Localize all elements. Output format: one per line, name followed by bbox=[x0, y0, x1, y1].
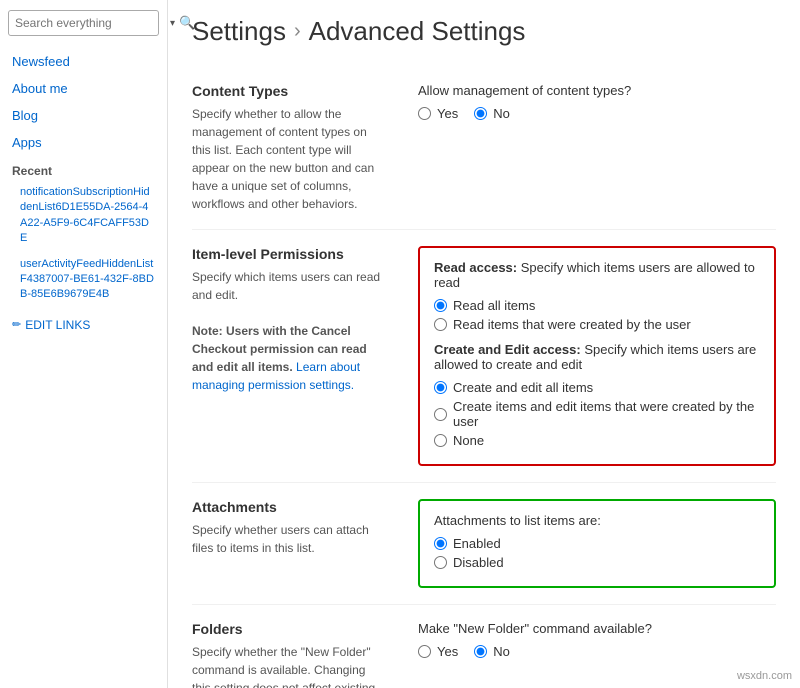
create-access-group: Create and edit all items Create items a… bbox=[434, 380, 760, 448]
main-content: Settings › Advanced Settings Content Typ… bbox=[168, 0, 800, 688]
create-by-user-radio[interactable] bbox=[434, 408, 447, 421]
create-none-radio[interactable] bbox=[434, 434, 447, 447]
pencil-icon: ✏ bbox=[12, 318, 21, 331]
sidebar-item-about-me[interactable]: About me bbox=[0, 75, 167, 102]
read-all-option[interactable]: Read all items bbox=[434, 298, 760, 313]
read-created-by-user-option[interactable]: Read items that were created by the user bbox=[434, 317, 760, 332]
item-permissions-title: Item-level Permissions bbox=[192, 246, 386, 262]
breadcrumb-advanced-settings: Advanced Settings bbox=[309, 16, 526, 47]
recent-section-label: Recent bbox=[0, 156, 167, 182]
folders-no-radio[interactable] bbox=[474, 645, 487, 658]
folders-label-col: Folders Specify whether the "New Folder"… bbox=[192, 605, 402, 688]
attachments-enabled-radio[interactable] bbox=[434, 537, 447, 550]
edit-links-label: EDIT LINKS bbox=[25, 318, 90, 332]
content-types-radio-group: Yes No bbox=[418, 106, 776, 125]
sidebar-item-newsfeed[interactable]: Newsfeed bbox=[0, 48, 167, 75]
edit-links-button[interactable]: ✏ EDIT LINKS bbox=[0, 310, 167, 340]
breadcrumb-arrow: › bbox=[294, 20, 301, 43]
attachments-title: Attachments bbox=[192, 499, 386, 515]
content-types-label-col: Content Types Specify whether to allow t… bbox=[192, 67, 402, 230]
create-access-header: Create and Edit access: Specify which it… bbox=[434, 342, 760, 372]
content-types-content-col: Allow management of content types? Yes N… bbox=[402, 67, 776, 230]
read-access-header: Read access: Specify which items users a… bbox=[434, 260, 760, 290]
sidebar: ▾ 🔍 Newsfeed About me Blog Apps Recent n… bbox=[0, 0, 168, 688]
content-types-yes-radio[interactable] bbox=[418, 107, 431, 120]
item-permissions-desc: Specify which items users can read and e… bbox=[192, 268, 386, 394]
content-types-no-option[interactable]: No bbox=[474, 106, 510, 121]
content-types-desc: Specify whether to allow the management … bbox=[192, 105, 386, 213]
folders-no-option[interactable]: No bbox=[474, 644, 510, 659]
attachments-question: Attachments to list items are: bbox=[434, 513, 760, 528]
content-types-title: Content Types bbox=[192, 83, 386, 99]
item-permissions-label-col: Item-level Permissions Specify which ite… bbox=[192, 230, 402, 483]
watermark: wsxdn.com bbox=[737, 670, 792, 682]
create-by-user-option[interactable]: Create items and edit items that were cr… bbox=[434, 399, 760, 429]
permissions-box: Read access: Specify which items users a… bbox=[418, 246, 776, 466]
folders-desc: Specify whether the "New Folder" command… bbox=[192, 643, 386, 688]
attachments-radio-group: Enabled Disabled bbox=[434, 536, 760, 570]
folders-yes-radio[interactable] bbox=[418, 645, 431, 658]
item-permissions-content-col: Read access: Specify which items users a… bbox=[402, 230, 776, 483]
sidebar-item-blog[interactable]: Blog bbox=[0, 102, 167, 129]
page-title: Settings › Advanced Settings bbox=[192, 16, 776, 47]
attachments-enabled-option[interactable]: Enabled bbox=[434, 536, 760, 551]
recent-item-1[interactable]: notificationSubscriptionHiddenList6D1E55… bbox=[0, 182, 167, 250]
content-types-question: Allow management of content types? bbox=[418, 83, 776, 98]
recent-item-2[interactable]: userActivityFeedHiddenListF4387007-BE61-… bbox=[0, 254, 167, 306]
create-none-option[interactable]: None bbox=[434, 433, 760, 448]
create-all-option[interactable]: Create and edit all items bbox=[434, 380, 760, 395]
folders-content-col: Make "New Folder" command available? Yes… bbox=[402, 605, 776, 688]
attachments-box: Attachments to list items are: Enabled D… bbox=[418, 499, 776, 588]
folders-yes-option[interactable]: Yes bbox=[418, 644, 458, 659]
folders-title: Folders bbox=[192, 621, 386, 637]
read-all-radio[interactable] bbox=[434, 299, 447, 312]
read-access-group: Read all items Read items that were crea… bbox=[434, 298, 760, 332]
read-created-by-user-radio[interactable] bbox=[434, 318, 447, 331]
folders-radio-group: Yes No bbox=[418, 644, 776, 663]
settings-layout: Content Types Specify whether to allow t… bbox=[192, 67, 776, 688]
attachments-content-col: Attachments to list items are: Enabled D… bbox=[402, 483, 776, 605]
sidebar-item-apps[interactable]: Apps bbox=[0, 129, 167, 156]
attachments-disabled-option[interactable]: Disabled bbox=[434, 555, 760, 570]
breadcrumb-settings: Settings bbox=[192, 16, 286, 47]
search-bar[interactable]: ▾ 🔍 bbox=[8, 10, 159, 36]
content-types-yes-option[interactable]: Yes bbox=[418, 106, 458, 121]
search-input[interactable] bbox=[15, 16, 170, 30]
attachments-desc: Specify whether users can attach files t… bbox=[192, 521, 386, 557]
attachments-label-col: Attachments Specify whether users can at… bbox=[192, 483, 402, 605]
attachments-disabled-radio[interactable] bbox=[434, 556, 447, 569]
folders-question: Make "New Folder" command available? bbox=[418, 621, 776, 636]
content-types-no-radio[interactable] bbox=[474, 107, 487, 120]
create-all-radio[interactable] bbox=[434, 381, 447, 394]
